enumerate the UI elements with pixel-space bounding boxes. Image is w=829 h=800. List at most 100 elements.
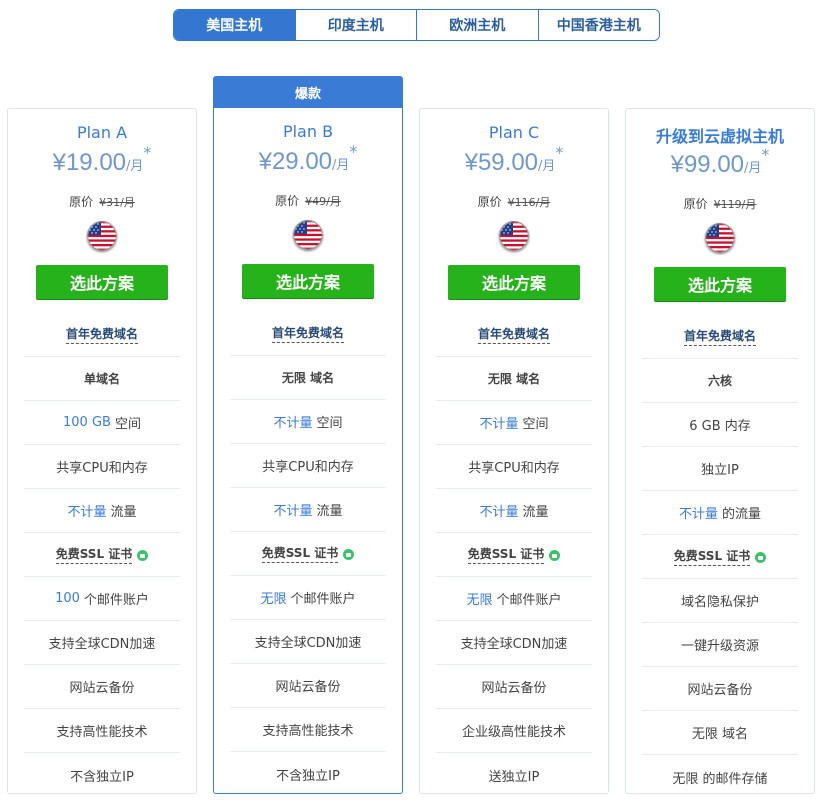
feature-text: 流量 (110, 505, 137, 520)
feature-item: 支持全球CDN加速 (24, 621, 180, 665)
plan-name: Plan B (282, 122, 334, 141)
lock-icon (549, 550, 561, 561)
original-price-label: 原价 (683, 197, 708, 211)
tab-india-hosting[interactable]: 印度主机 (294, 10, 416, 40)
select-plan-button[interactable]: 选此方案 (654, 267, 786, 301)
feature-item: 一键升级资源 (642, 623, 798, 667)
feature-item: 首年免费域名 (642, 315, 798, 359)
feature-text: 域名隐私保护 (680, 595, 759, 610)
select-plan-button[interactable]: 选此方案 (448, 265, 580, 299)
price-amount: 99.00 (683, 151, 745, 178)
feature-text: 空间 (316, 416, 343, 431)
feature-text: 单域名 (83, 372, 120, 386)
us-flag-icon (705, 223, 735, 253)
feature-highlight: 不计量 (273, 504, 313, 519)
original-price-label: 原价 (69, 195, 94, 209)
feature-text: 空间 (114, 417, 141, 432)
hosting-region-tabs: 美国主机 印度主机 欧洲主机 中国香港主机 (173, 9, 660, 41)
price-asterisk: * (349, 142, 358, 161)
free-domain-link[interactable]: 首年免费域名 (65, 325, 138, 344)
price-unit: /月 (126, 159, 144, 174)
feature-item: 免费SSL 证书 (24, 533, 180, 577)
price-amount: 59.00 (477, 149, 539, 176)
tab-europe-hosting[interactable]: 欧洲主机 (416, 10, 538, 40)
feature-item: 100 个邮件账户 (24, 577, 180, 621)
feature-item: 无限 域名 (436, 357, 592, 401)
original-price-label: 原价 (477, 195, 502, 209)
plan-name: 升级到云虚拟主机 (655, 127, 784, 146)
tab-us-hosting[interactable]: 美国主机 (174, 10, 295, 40)
feature-item: 免费SSL 证书 (642, 535, 798, 579)
feature-item: 企业级高性能技术 (436, 709, 592, 753)
feature-item: 六核 (642, 359, 798, 403)
plan-name: Plan A (76, 123, 128, 142)
feature-item: 域名隐私保护 (642, 579, 798, 623)
price-currency: ¥ (464, 149, 478, 176)
free-ssl-link[interactable]: 免费SSL 证书 (261, 544, 339, 563)
feature-text: 网站云备份 (481, 681, 547, 696)
feature-item: 无限 的邮件存储 (642, 755, 798, 799)
feature-text: 共享CPU和内存 (468, 461, 560, 476)
free-domain-link[interactable]: 首年免费域名 (683, 327, 756, 346)
feature-text: 不含独立IP (70, 769, 134, 785)
price-unit: /月 (332, 158, 350, 173)
feature-text: 送独立IP (488, 769, 540, 785)
feature-item: 单域名 (24, 357, 180, 401)
lock-icon (137, 550, 149, 561)
free-ssl-link[interactable]: 免费SSL 证书 (467, 545, 545, 564)
us-flag-icon (499, 221, 529, 251)
feature-item: 无限 个邮件账户 (230, 576, 386, 620)
feature-item: 共享CPU和内存 (230, 444, 386, 488)
feature-text: 共享CPU和内存 (56, 461, 148, 476)
select-plan-button[interactable]: 选此方案 (36, 265, 168, 299)
feature-text: 无限 域名 (281, 371, 335, 385)
tab-hongkong-hosting[interactable]: 中国香港主机 (537, 10, 659, 40)
feature-text: 支持全球CDN加速 (48, 637, 156, 652)
feature-text: 个邮件账户 (496, 593, 562, 608)
feature-text: 六核 (707, 374, 732, 388)
price-amount: 19.00 (65, 149, 127, 176)
feature-item: 送独立IP (436, 753, 592, 797)
lock-icon (755, 552, 767, 563)
feature-item: 支持高性能技术 (24, 709, 180, 753)
feature-item: 支持高性能技术 (230, 708, 386, 752)
feature-highlight: 100 GB (63, 415, 111, 430)
feature-text: 网站云备份 (69, 681, 135, 696)
feature-item: 网站云备份 (436, 665, 592, 709)
price-asterisk: * (761, 145, 770, 164)
feature-text: 无限 域名 (691, 727, 749, 742)
feature-highlight: 不计量 (479, 505, 519, 520)
original-price-label: 原价 (275, 194, 300, 208)
feature-highlight: 不计量 (678, 507, 718, 522)
feature-item: 首年免费域名 (436, 313, 592, 357)
feature-highlight: 不计量 (479, 417, 519, 432)
feature-item: 首年免费域名 (230, 312, 386, 356)
feature-item: 不含独立IP (230, 752, 386, 796)
original-price: ¥116/月 (507, 196, 551, 209)
price-currency: ¥ (670, 151, 684, 178)
plan-card-2: Plan B ¥29.00/月* 原价 ¥49/月 选此方案 首年免费域名 无限 域名 不计… (213, 108, 403, 794)
feature-text: 企业级高性能技术 (461, 725, 566, 740)
us-flag-icon (87, 221, 117, 251)
free-ssl-link[interactable]: 免费SSL 证书 (673, 547, 751, 566)
feature-item: 网站云备份 (642, 667, 798, 711)
price-amount: 29.00 (271, 148, 333, 175)
original-price: ¥119/月 (713, 198, 757, 211)
select-plan-button[interactable]: 选此方案 (242, 264, 374, 298)
feature-item: 不计量 流量 (436, 489, 592, 533)
us-flag-icon (293, 220, 323, 250)
feature-text: 独立IP (701, 463, 739, 478)
feature-item: 不含独立IP (24, 753, 180, 797)
plan-card-1: Plan A ¥19.00/月* 原价 ¥31/月 选此方案 首年免费域名 单域名 100 … (7, 108, 197, 794)
free-ssl-link[interactable]: 免费SSL 证书 (55, 545, 133, 564)
plan-card-3: Plan C ¥59.00/月* 原价 ¥116/月 选此方案 首年免费域名 无限 域名不… (419, 108, 609, 794)
feature-item: 不计量 空间 (230, 400, 386, 444)
feature-text: 个邮件账户 (290, 592, 356, 607)
free-domain-link[interactable]: 首年免费域名 (477, 325, 550, 344)
feature-text: 不含独立IP (276, 768, 340, 784)
feature-item: 首年免费域名 (24, 313, 180, 357)
plan-price: ¥19.00/月* (8, 143, 196, 177)
free-domain-link[interactable]: 首年免费域名 (271, 324, 344, 343)
feature-text: 空间 (522, 417, 549, 432)
feature-highlight: 100 (55, 591, 80, 606)
